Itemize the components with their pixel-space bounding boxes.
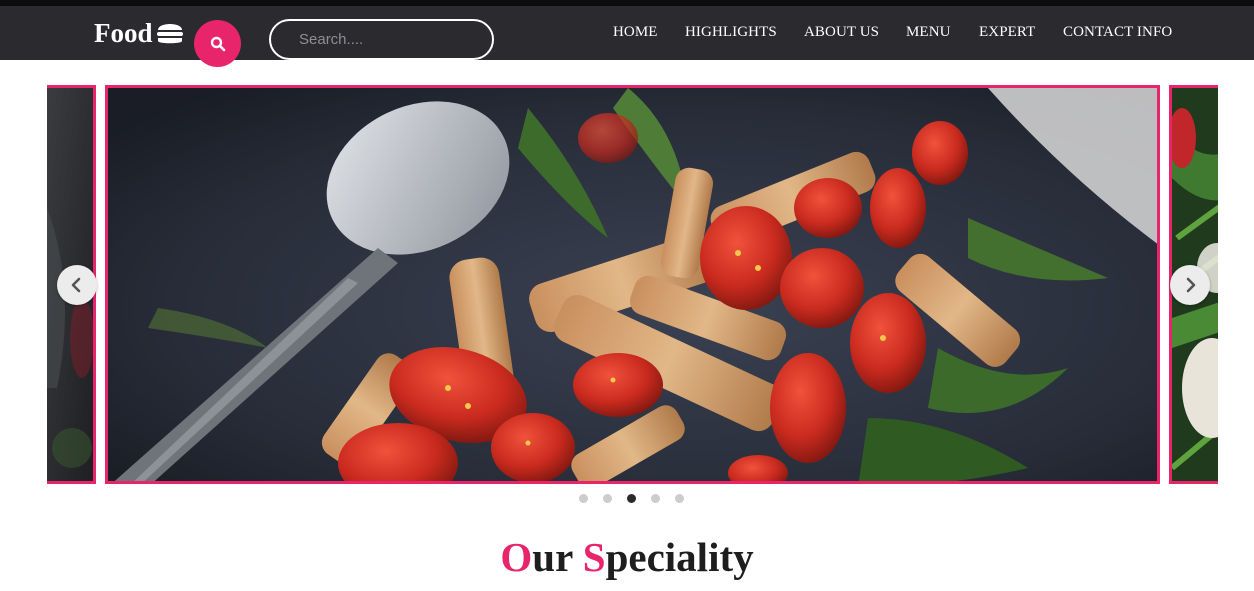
nav-expert[interactable]: EXPERT <box>979 24 1035 41</box>
title-second-letter: S <box>582 534 606 580</box>
carousel-next-button[interactable] <box>1170 265 1210 305</box>
carousel-prev-button[interactable] <box>57 265 97 305</box>
carousel-slide-active[interactable] <box>105 85 1160 484</box>
carousel-dot-1[interactable] <box>579 494 588 503</box>
nav-contact-info[interactable]: CONTACT INFO <box>1063 24 1172 41</box>
nav-about-us[interactable]: ABOUT US <box>804 24 879 41</box>
carousel-dot-4[interactable] <box>651 494 660 503</box>
section-title-speciality: Our Speciality <box>0 532 1254 582</box>
carousel-dots <box>579 494 684 503</box>
nav-home[interactable]: HOME <box>613 24 658 41</box>
nav-menu[interactable]: MENU <box>906 24 951 41</box>
title-second-rest: peciality <box>605 534 754 580</box>
title-first-rest: ur <box>532 534 573 580</box>
title-first-letter: O <box>500 534 533 580</box>
navbar: Food HOME HIGHLIGHTS ABOUT US MENU EXPER… <box>0 6 1254 67</box>
chevron-right-icon <box>1186 277 1196 293</box>
carousel-dot-5[interactable] <box>675 494 684 503</box>
main-nav: HOME HIGHLIGHTS ABOUT US MENU EXPERT CON… <box>0 24 1254 44</box>
image-carousel <box>47 85 1218 484</box>
carousel-dot-3[interactable] <box>627 494 636 503</box>
slide-image-pasta <box>108 88 1157 481</box>
chevron-left-icon <box>71 277 81 293</box>
nav-highlights[interactable]: HIGHLIGHTS <box>685 24 777 41</box>
carousel-dot-2[interactable] <box>603 494 612 503</box>
